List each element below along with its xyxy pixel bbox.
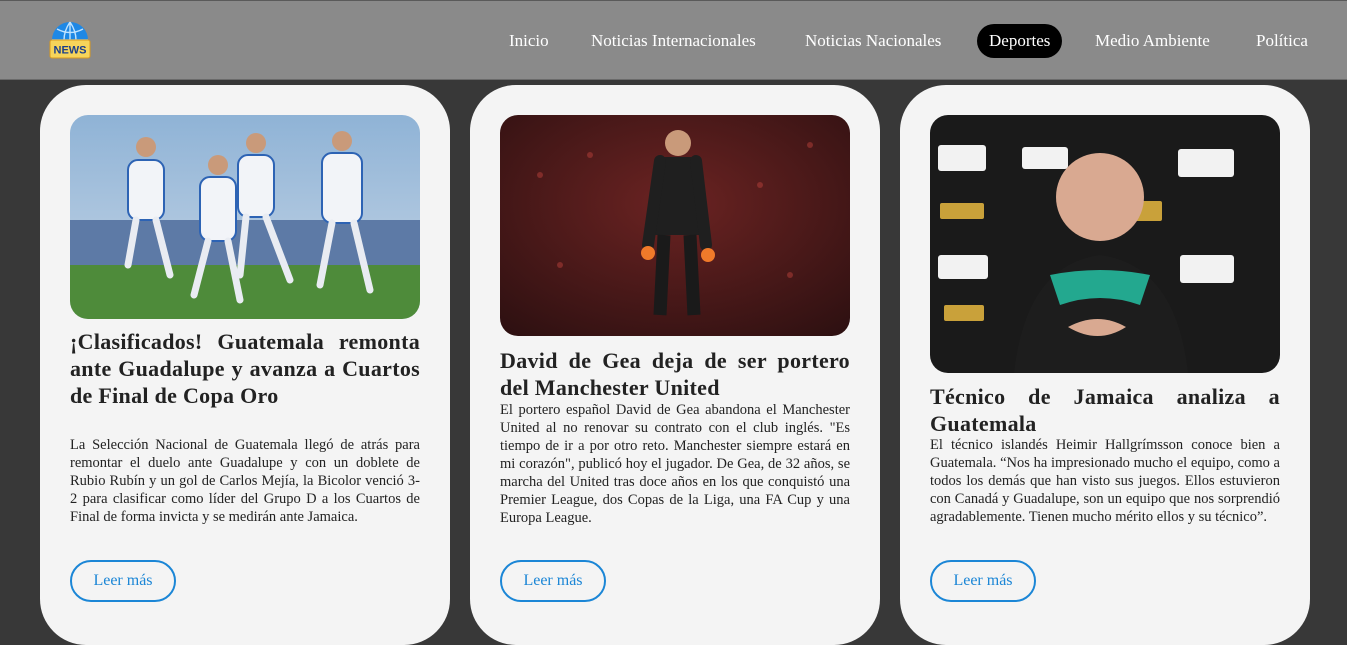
article-summary: El portero español David de Gea abandona… [500, 402, 850, 526]
read-more-button[interactable]: Leer más [500, 560, 606, 602]
nav-link-noticias-internacionales[interactable]: Noticias Internacionales [579, 24, 768, 58]
article-summary: El técnico islandés Heimir Hallgrímsson … [930, 437, 1280, 525]
guatemala-celebration-image[interactable] [70, 115, 420, 319]
nav-link-inicio[interactable]: Inicio [497, 24, 561, 58]
news-card: David de Gea deja de ser portero del Man… [470, 85, 880, 645]
nav-link-medio-ambiente[interactable]: Medio Ambiente [1083, 24, 1222, 58]
news-card: ¡Clasificados! Guatemala remonta ante Gu… [40, 85, 450, 645]
article-summary: La Selección Nacional de Guatemala llegó… [70, 437, 420, 525]
article-title: David de Gea deja de ser portero del Man… [500, 348, 850, 400]
news-logo-globe-icon[interactable]: NEWS [48, 20, 92, 64]
article-title: ¡Clasificados! Guatemala remonta ante Gu… [70, 329, 420, 408]
read-more-button[interactable]: Leer más [930, 560, 1036, 602]
goalkeeper-stadium-image[interactable] [500, 115, 850, 336]
nav-link-deportes[interactable]: Deportes [977, 24, 1063, 58]
coach-press-conference-image[interactable] [930, 115, 1280, 373]
top-navbar: NEWS Inicio Noticias Internacionales Not… [0, 0, 1347, 80]
nav-link-noticias-nacionales[interactable]: Noticias Nacionales [793, 24, 953, 58]
svg-text:NEWS: NEWS [54, 45, 87, 57]
news-card: Técnico de Jamaica analiza a Guatemala E… [900, 85, 1310, 645]
nav-link-politica[interactable]: Política [1244, 24, 1320, 58]
read-more-button[interactable]: Leer más [70, 560, 176, 602]
article-title: Técnico de Jamaica analiza a Guatemala [930, 384, 1280, 436]
